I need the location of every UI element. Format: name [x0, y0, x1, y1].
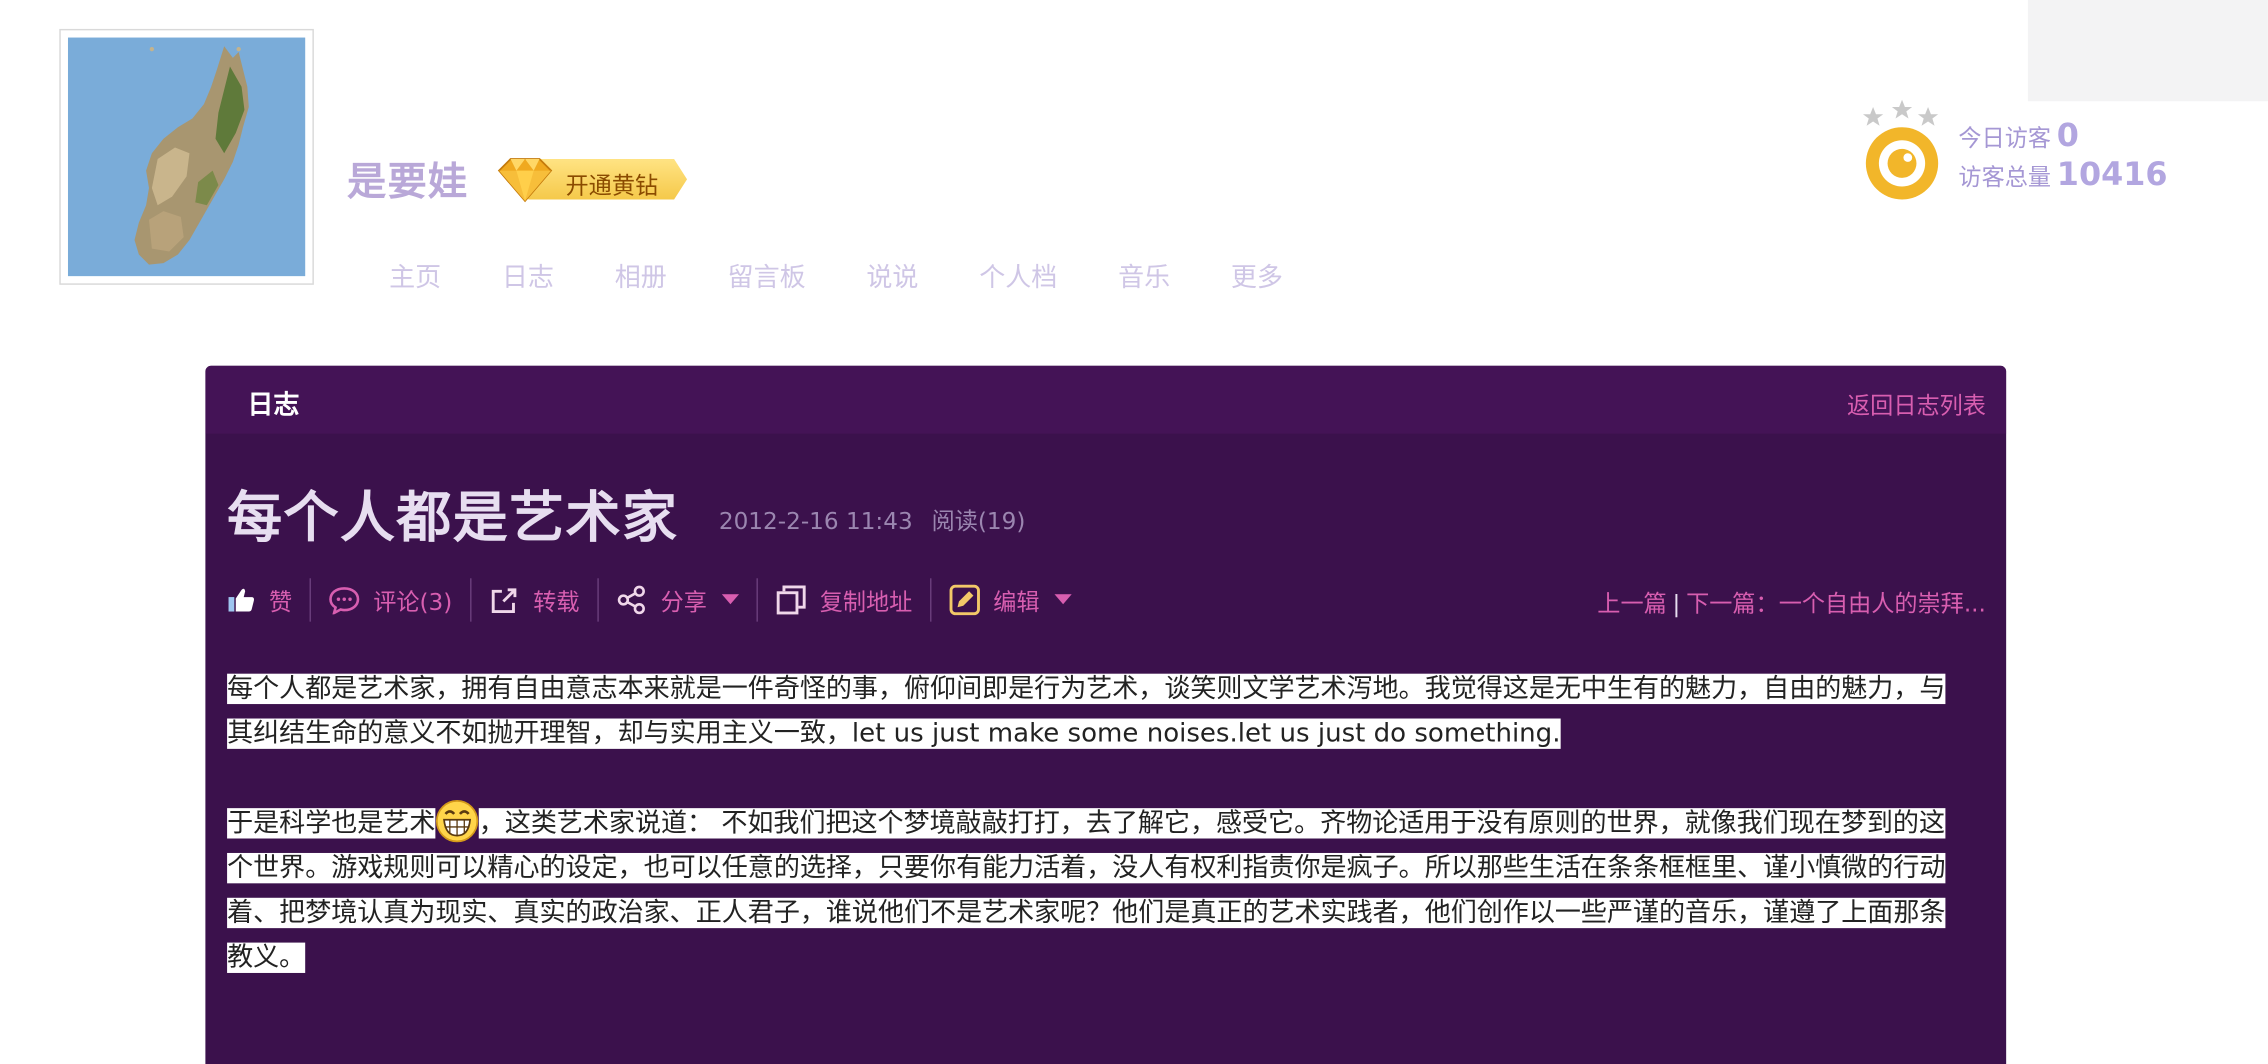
post-paragraph: 每个人都是艺术家，拥有自由意志本来就是一件奇怪的事，俯仰间即是行为艺术，谈笑则文… — [227, 666, 1963, 756]
repost-button[interactable]: 转载 — [471, 578, 599, 622]
chevron-down-icon[interactable] — [721, 594, 739, 606]
nav-item-profile[interactable]: 个人档 — [979, 257, 1057, 295]
post-datetime: 2012-2-16 11:43 — [718, 507, 913, 535]
nav-item-moments[interactable]: 说说 — [866, 257, 918, 295]
post-paragraph-text: 每个人都是艺术家，拥有自由意志本来就是一件奇怪的事，俯仰间即是行为艺术，谈笑则文… — [227, 673, 1946, 749]
edit-icon — [949, 584, 980, 616]
post-read-count: 阅读(19) — [931, 507, 1026, 535]
visitors-today-label: 今日访客 — [1958, 124, 2052, 152]
chevron-down-icon[interactable] — [1054, 594, 1072, 606]
visitors-total: 访客总量 10416 — [1958, 158, 2167, 194]
prev-post-link[interactable]: 上一篇 — [1597, 590, 1666, 617]
nav-item-blog[interactable]: 日志 — [502, 257, 554, 295]
copy-link-label: 复制地址 — [819, 588, 913, 616]
nav-item-more[interactable]: 更多 — [1231, 257, 1283, 295]
panel-header: 日志 返回日志列表 — [205, 365, 2007, 434]
diamond-icon — [497, 158, 553, 203]
copy-icon — [776, 585, 806, 615]
post-meta: 2012-2-16 11:43 阅读(19) — [719, 502, 1037, 537]
blog-post-panel: 日志 返回日志列表 每个人都是艺术家 2012-2-16 11:43 阅读(19… — [205, 365, 2007, 1064]
back-to-list-link[interactable]: 返回日志列表 — [1847, 386, 1986, 421]
post-paragraph-text-start: 于是科学也是艺术 — [227, 808, 436, 839]
top-right-panel — [2027, 0, 2268, 102]
copy-link-button[interactable]: 复制地址 — [758, 578, 932, 622]
post-body: 每个人都是艺术家，拥有自由意志本来就是一件奇怪的事，俯仰间即是行为艺术，谈笑则文… — [227, 666, 1963, 1023]
grin-emoji-icon — [435, 799, 479, 843]
repost-icon — [491, 588, 516, 613]
like-label: 赞 — [269, 588, 293, 616]
speech-bubble-icon — [329, 587, 360, 615]
vip-upgrade-badge[interactable]: 开通黄钻 — [493, 153, 691, 205]
repost-label: 转载 — [533, 588, 580, 616]
visitors-total-label: 访客总量 — [1958, 163, 2052, 191]
edit-button[interactable]: 编辑 — [931, 578, 1089, 621]
post-navigation: 上一篇 | 下一篇：一个自由人的崇拜... — [1597, 584, 1986, 619]
next-post-link[interactable]: 下一篇：一个自由人的崇拜... — [1686, 590, 1986, 617]
share-button[interactable]: 分享 — [598, 578, 758, 622]
nav-item-album[interactable]: 相册 — [615, 257, 667, 295]
username[interactable]: 是要娃 — [347, 150, 468, 206]
visitors-today: 今日访客 0 — [1958, 119, 2079, 155]
like-button[interactable]: 赞 — [227, 578, 311, 622]
post-toolbar: 赞 评论(3) 转载 分享 复制地址 编辑 — [227, 578, 1089, 622]
nav-item-guestbook[interactable]: 留言板 — [728, 257, 806, 295]
share-label: 分享 — [660, 588, 707, 616]
comment-label: 评论(3) — [373, 588, 453, 616]
post-paragraph: 于是科学也是艺术 ，这类艺术家说道： 不如我们把这个梦境敲敲打打，去了解它，感受它… — [227, 799, 1963, 980]
post-nav-separator: | — [1672, 589, 1681, 618]
thumbs-up-icon — [228, 588, 254, 612]
post-paragraph-text-end: ，这类艺术家说道： 不如我们把这个梦境敲敲打打，去了解它，感受它。齐物论适用于没… — [227, 808, 1946, 973]
share-icon — [617, 585, 645, 615]
edit-label: 编辑 — [993, 588, 1040, 616]
eye-icon — [1859, 98, 1943, 202]
avatar-image — [67, 37, 306, 277]
visitors-total-count: 10416 — [2056, 157, 2168, 194]
nav-item-home[interactable]: 主页 — [389, 257, 441, 295]
comment-button[interactable]: 评论(3) — [311, 578, 472, 622]
tab-blog[interactable]: 日志 — [247, 385, 299, 423]
avatar[interactable] — [59, 28, 314, 285]
main-nav: 主页 日志 相册 留言板 说说 个人档 音乐 更多 — [389, 257, 1344, 295]
vip-badge-label: 开通黄钻 — [565, 172, 659, 200]
post-title: 每个人都是艺术家 — [227, 485, 679, 550]
visitors-today-count: 0 — [2056, 118, 2079, 155]
nav-item-music[interactable]: 音乐 — [1118, 257, 1170, 295]
